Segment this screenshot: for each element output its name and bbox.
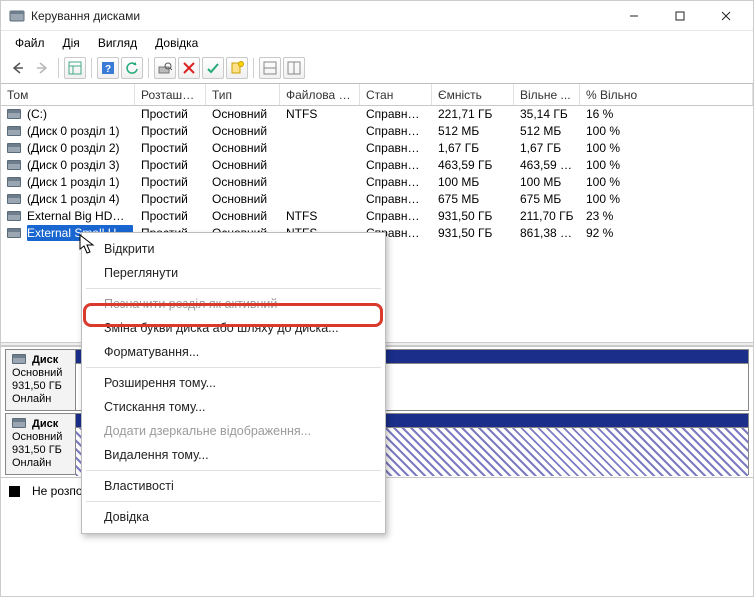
table-row[interactable]: (Диск 1 розділ 1)ПростийОсновнийСправний…	[1, 174, 753, 191]
minimize-button[interactable]	[611, 1, 657, 31]
titlebar: Керування дисками	[1, 1, 753, 31]
table-row[interactable]: External Big HDD (...ПростийОсновнийNTFS…	[1, 208, 753, 225]
svg-text:?: ?	[105, 64, 111, 75]
toolbar: ?	[1, 55, 753, 84]
col-state[interactable]: Стан	[360, 84, 432, 105]
col-volume[interactable]: Том	[1, 84, 135, 105]
table-row[interactable]: (Диск 0 розділ 2)ПростийОсновнийСправний…	[1, 140, 753, 157]
view-panes-button[interactable]	[64, 57, 86, 79]
ctx-shrink[interactable]: Стискання тому...	[82, 395, 385, 419]
close-button[interactable]	[703, 1, 749, 31]
disk-icon	[7, 143, 21, 153]
col-type[interactable]: Тип	[206, 84, 280, 105]
ctx-properties[interactable]: Властивості	[82, 474, 385, 498]
delete-button[interactable]	[178, 57, 200, 79]
column-headers: Том Розташув... Тип Файлова си... Стан Є…	[1, 84, 753, 106]
col-layout[interactable]: Розташув...	[135, 84, 206, 105]
table-row[interactable]: (Диск 0 розділ 1)ПростийОсновнийСправний…	[1, 123, 753, 140]
disk-icon	[12, 354, 26, 364]
disk-icon	[7, 194, 21, 204]
ctx-delete[interactable]: Видалення тому...	[82, 443, 385, 467]
ctx-explore[interactable]: Переглянути	[82, 261, 385, 285]
ctx-add-mirror: Додати дзеркальне відображення...	[82, 419, 385, 443]
layout1-button[interactable]	[259, 57, 281, 79]
menu-view[interactable]: Вигляд	[90, 33, 145, 53]
apply-button[interactable]	[202, 57, 224, 79]
col-capacity[interactable]: Ємність	[432, 84, 514, 105]
menu-action[interactable]: Дія	[55, 33, 88, 53]
col-free[interactable]: Вільне ...	[514, 84, 580, 105]
disk-icon	[7, 177, 21, 187]
ctx-mark-active: Позначити розділ як активний	[82, 292, 385, 316]
disk-pane-header: Диск Основний931,50 ГБОнлайн	[6, 414, 76, 474]
col-pctfree[interactable]: % Вільно	[580, 84, 753, 105]
app-icon	[9, 8, 25, 24]
window-title: Керування дисками	[31, 9, 611, 23]
legend-swatch-unallocated	[9, 486, 20, 497]
menu-file[interactable]: Файл	[7, 33, 53, 53]
ctx-extend[interactable]: Розширення тому...	[82, 371, 385, 395]
volume-table[interactable]: (C:)ПростийОсновнийNTFSСправний...221,71…	[1, 106, 753, 242]
context-menu: Відкрити Переглянути Позначити розділ як…	[81, 232, 386, 534]
disk-icon	[12, 418, 26, 428]
table-row[interactable]: (Диск 1 розділ 4)ПростийОсновнийСправний…	[1, 191, 753, 208]
disk-icon	[7, 160, 21, 170]
forward-button[interactable]	[31, 57, 53, 79]
menu-help[interactable]: Довідка	[147, 33, 206, 53]
layout2-button[interactable]	[283, 57, 305, 79]
col-fs[interactable]: Файлова си...	[280, 84, 360, 105]
disk-icon	[7, 211, 21, 221]
new-button[interactable]	[226, 57, 248, 79]
ctx-format[interactable]: Форматування...	[82, 340, 385, 364]
table-row[interactable]: (Диск 0 розділ 3)ПростийОсновнийСправний…	[1, 157, 753, 174]
disk-icon	[7, 109, 21, 119]
help-button[interactable]: ?	[97, 57, 119, 79]
ctx-help[interactable]: Довідка	[82, 505, 385, 529]
refresh-button[interactable]	[121, 57, 143, 79]
disk-pane-header: Диск Основний931,50 ГБОнлайн	[6, 350, 76, 410]
ctx-open[interactable]: Відкрити	[82, 237, 385, 261]
table-row[interactable]: (C:)ПростийОсновнийNTFSСправний...221,71…	[1, 106, 753, 123]
maximize-button[interactable]	[657, 1, 703, 31]
disk-icon	[7, 228, 21, 238]
rescan-button[interactable]	[154, 57, 176, 79]
disk-icon	[7, 126, 21, 136]
menubar: Файл Дія Вигляд Довідка	[1, 31, 753, 55]
ctx-change-drive-letter[interactable]: Зміна букви диска або шляху до диска...	[82, 316, 385, 340]
back-button[interactable]	[7, 57, 29, 79]
